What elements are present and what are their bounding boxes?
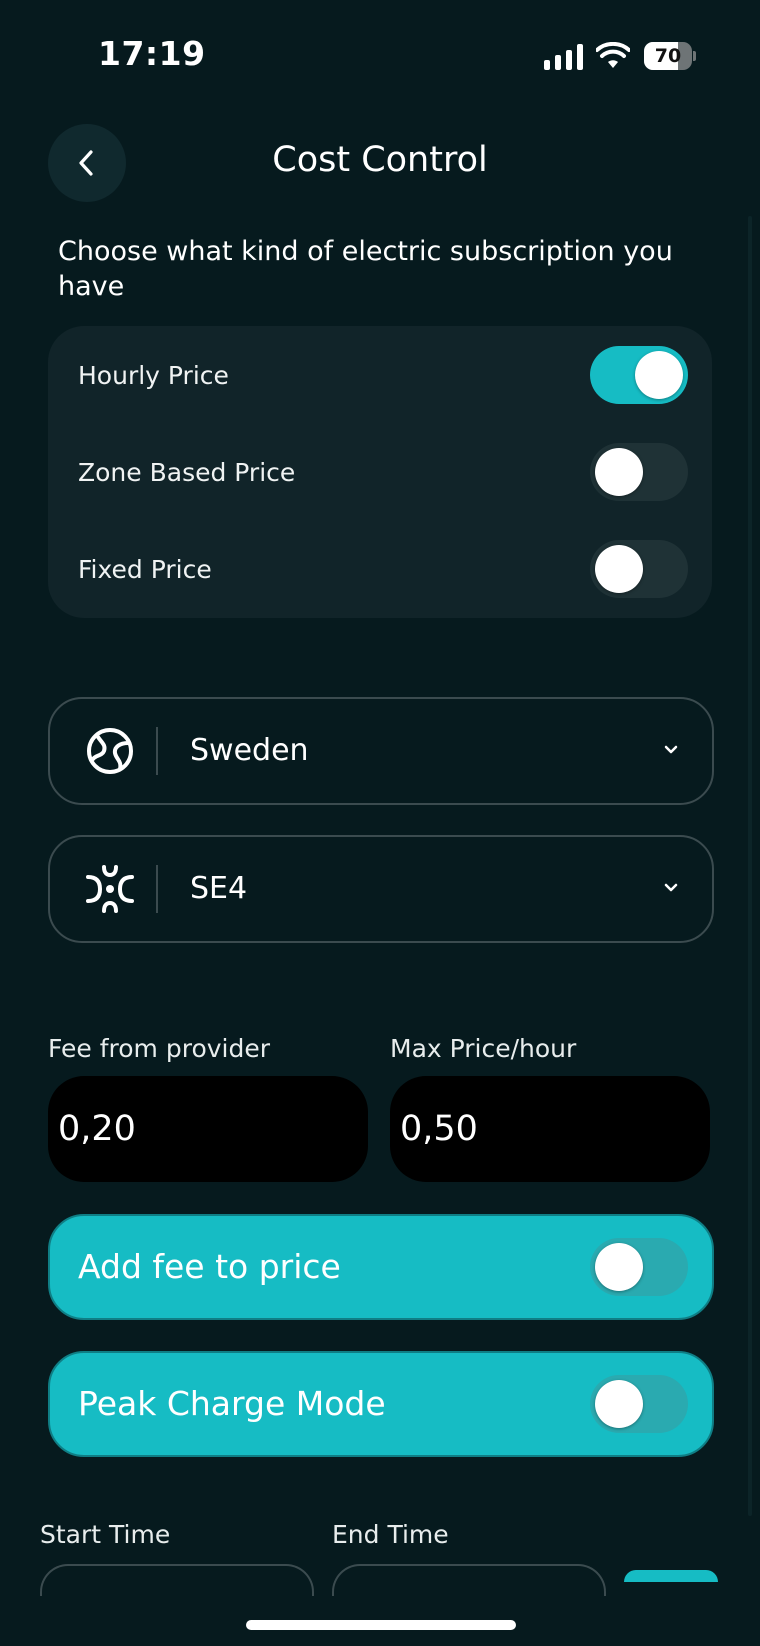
- max-price-label: Max Price/hour: [390, 1034, 577, 1063]
- subscription-prompt: Choose what kind of electric subscriptio…: [58, 236, 673, 302]
- battery-indicator: 70: [644, 42, 696, 70]
- peak-charge-mode-label: Peak Charge Mode: [78, 1384, 386, 1423]
- battery-percent: 70: [654, 45, 682, 67]
- scroll-indicator: [748, 216, 752, 1516]
- start-time-label: Start Time: [40, 1520, 171, 1549]
- add-fee-toggle[interactable]: [590, 1238, 688, 1296]
- zone-based-price-toggle[interactable]: [590, 443, 688, 501]
- chevron-down-icon: [664, 745, 678, 754]
- option-fixed-price[interactable]: Fixed Price: [78, 534, 688, 604]
- option-label: Zone Based Price: [78, 457, 296, 487]
- peak-charge-mode-toggle[interactable]: [590, 1375, 688, 1433]
- provider-fee-value: 0,20: [58, 1109, 136, 1149]
- page-title: Cost Control: [272, 140, 488, 180]
- fixed-price-toggle[interactable]: [590, 540, 688, 598]
- option-label: Fixed Price: [78, 554, 212, 584]
- cellular-signal-icon: [544, 44, 583, 70]
- status-time: 17:19: [98, 34, 206, 73]
- globe-icon: [87, 728, 133, 774]
- subscription-options-card: Hourly Price Zone Based Price Fixed Pric…: [48, 326, 712, 618]
- country-dropdown[interactable]: Sweden: [48, 697, 714, 805]
- option-hourly-price[interactable]: Hourly Price: [78, 340, 688, 410]
- end-time-field[interactable]: [332, 1564, 606, 1596]
- option-label: Hourly Price: [78, 360, 229, 390]
- zone-icon: [86, 865, 134, 913]
- chevron-down-icon: [664, 883, 678, 892]
- schedule-action-button[interactable]: [624, 1570, 718, 1582]
- home-indicator[interactable]: [246, 1620, 516, 1630]
- max-price-value: 0,50: [400, 1109, 478, 1149]
- provider-fee-label: Fee from provider: [48, 1034, 271, 1063]
- start-time-field[interactable]: [40, 1564, 314, 1596]
- hourly-price-toggle[interactable]: [590, 346, 688, 404]
- add-fee-card[interactable]: Add fee to price: [48, 1214, 714, 1320]
- zone-dropdown[interactable]: SE4: [48, 835, 714, 943]
- wifi-icon: [596, 42, 630, 68]
- option-zone-based-price[interactable]: Zone Based Price: [78, 437, 688, 507]
- add-fee-label: Add fee to price: [78, 1247, 341, 1286]
- end-time-label: End Time: [332, 1520, 449, 1549]
- country-value: Sweden: [190, 733, 309, 768]
- peak-charge-mode-card[interactable]: Peak Charge Mode: [48, 1351, 714, 1457]
- max-price-input[interactable]: 0,50: [390, 1076, 710, 1182]
- zone-value: SE4: [190, 871, 248, 906]
- provider-fee-input[interactable]: 0,20: [48, 1076, 368, 1182]
